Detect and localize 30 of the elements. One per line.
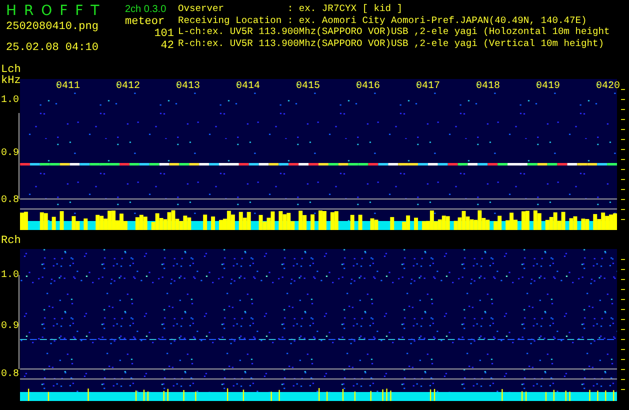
frequency-tick-label: 0.8	[1, 369, 20, 380]
frequency-tick-label: 0.9	[1, 321, 20, 332]
station-info-line: L-ch:ex. UV5R 113.900Mhz(SAPPORO VOR)USB ,2-ele yagi (Holozontal 10m height	[178, 26, 610, 38]
time-label: 0415	[296, 81, 320, 92]
station-info-line: Receiving Location : ex. Aomori City Aomori-Pref.JAPAN(40.49N, 140.47E)	[178, 14, 588, 26]
time-label: 0418	[476, 81, 500, 92]
channel-label: Rch	[1, 236, 21, 247]
time-label: 0419	[536, 81, 560, 92]
file-name: 2502080410.png	[6, 22, 100, 33]
frequency-tick-label: 0.9	[1, 148, 20, 159]
version-label: 2ch 0.3.0	[125, 4, 168, 15]
time-label: 0412	[116, 81, 140, 92]
app-title: H R O F F T	[6, 3, 100, 19]
time-label: 0416	[356, 81, 380, 92]
station-info-line: R-ch:ex. UV5R 113.900Mhz(SAPPORO VOR)USB ,2-ele yagi (Vertical 10m height)	[178, 38, 606, 49]
time-label: 0417	[416, 81, 440, 92]
unit-label: kHz	[1, 76, 21, 87]
meteor-count: 42	[160, 41, 175, 52]
frequency-tick-label: 1.0	[1, 270, 20, 281]
channel-label: Lch	[1, 65, 21, 76]
meteor-label: meteor	[125, 17, 166, 28]
frequency-tick-label: 1.0	[1, 95, 20, 106]
meteor-count: 101	[153, 29, 175, 40]
frequency-tick-label: 0.8	[1, 195, 20, 206]
station-info-line: Ovserver : ex. JR7CYX [ kid ]	[178, 3, 404, 14]
time-label: 0413	[176, 81, 200, 92]
time-label: 0420	[596, 81, 620, 92]
date-time: 25.02.08 04:10	[6, 43, 100, 54]
time-label: 0414	[236, 81, 260, 92]
time-label: 0411	[56, 81, 80, 92]
